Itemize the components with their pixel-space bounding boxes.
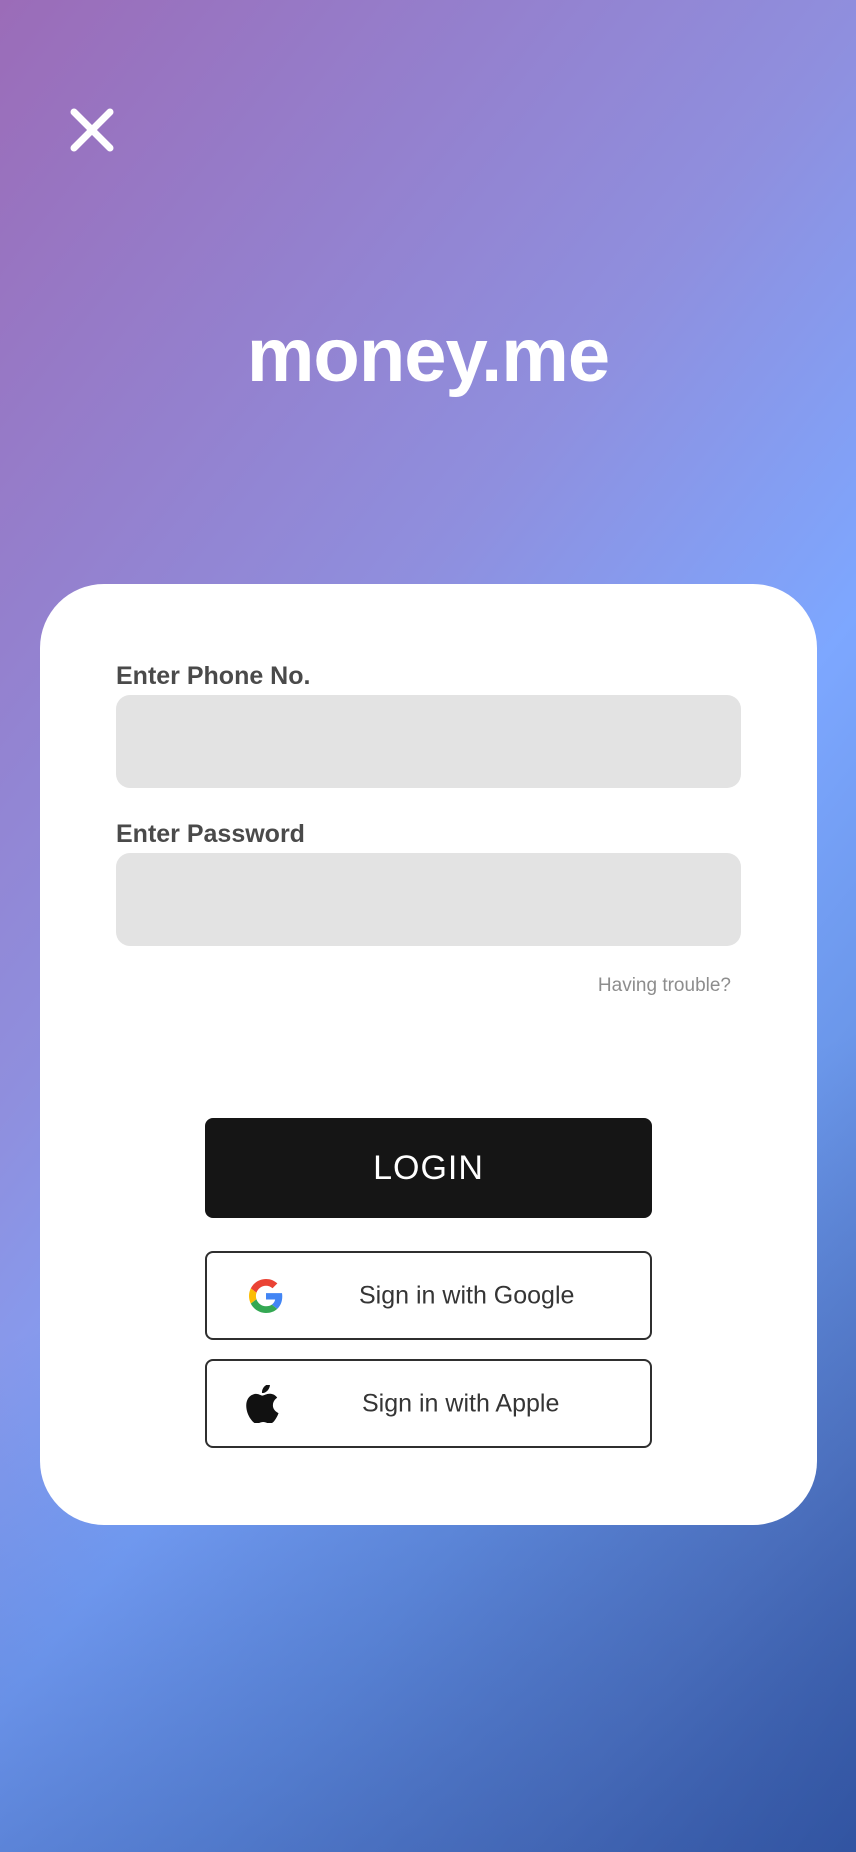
sign-in-with-apple-label: Sign in with Apple: [362, 1389, 560, 1417]
having-trouble-link[interactable]: Having trouble?: [598, 976, 731, 995]
password-input[interactable]: [116, 853, 741, 946]
login-card: Enter Phone No. Enter Password Having tr…: [40, 584, 817, 1525]
brand-logo: money.me: [246, 313, 610, 398]
password-label: Enter Password: [116, 820, 305, 848]
google-icon: [249, 1278, 283, 1313]
phone-input[interactable]: [116, 695, 741, 788]
sign-in-with-google-label: Sign in with Google: [359, 1281, 575, 1309]
sign-in-with-apple-button[interactable]: Sign in with Apple: [205, 1359, 652, 1448]
close-icon: [70, 108, 114, 152]
apple-icon: [246, 1384, 279, 1423]
phone-label: Enter Phone No.: [116, 662, 311, 690]
sign-in-with-google-button[interactable]: Sign in with Google: [205, 1251, 652, 1340]
close-button[interactable]: [64, 102, 120, 158]
login-button[interactable]: LOGIN: [205, 1118, 652, 1218]
